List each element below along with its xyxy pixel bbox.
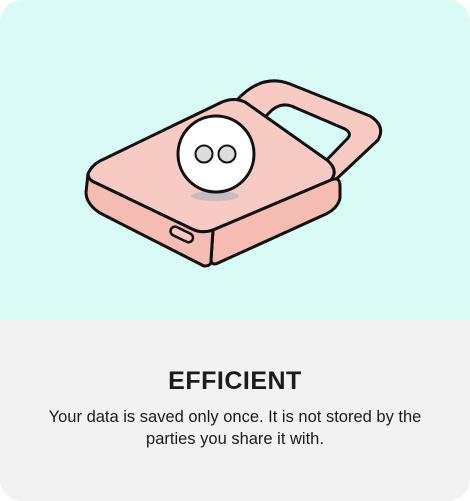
illustration-area [0, 0, 470, 320]
left-eye [194, 144, 214, 164]
card-title: EFFICIENT [168, 367, 302, 395]
face-disc [176, 114, 256, 194]
feature-card: EFFICIENT Your data is saved only once. … [0, 0, 470, 501]
card-description: Your data is saved only once. It is not … [48, 408, 422, 448]
padlock-icon [84, 79, 383, 268]
right-eye [217, 144, 237, 164]
